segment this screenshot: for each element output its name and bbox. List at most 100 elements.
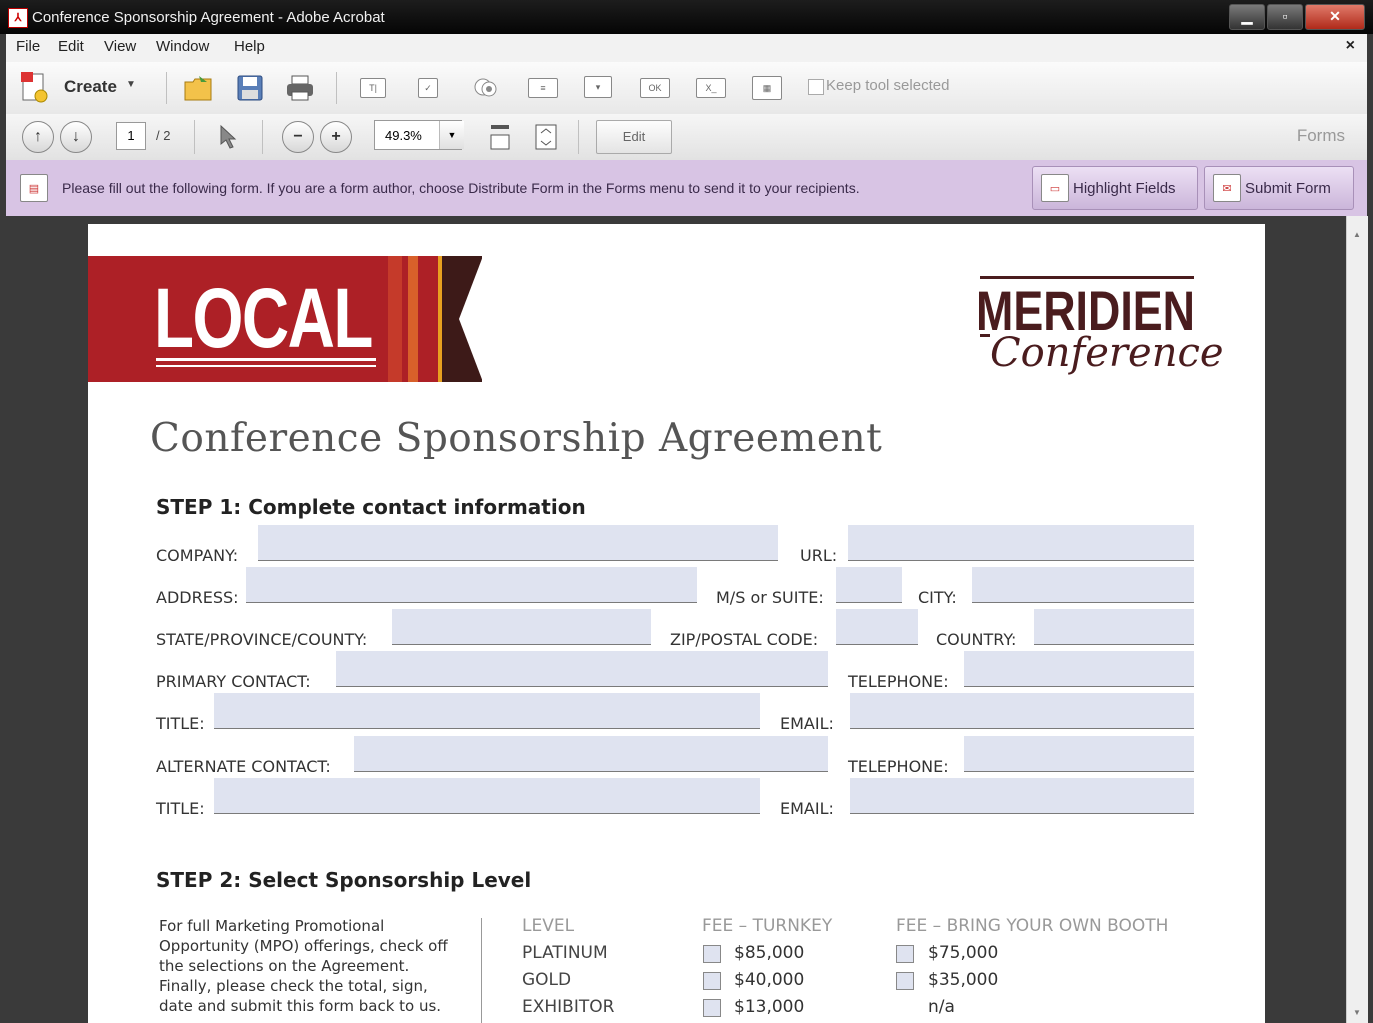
suite-label: M/S or SUITE:: [716, 588, 824, 607]
open-folder-icon[interactable]: [182, 72, 214, 104]
gold-byob-checkbox[interactable]: [896, 972, 914, 990]
create-button-label[interactable]: Create: [64, 77, 117, 97]
zoom-level-input[interactable]: 49.3% ▼: [374, 120, 464, 150]
scroll-down-icon[interactable]: ▼: [1353, 1008, 1361, 1017]
city-label: CITY:: [918, 588, 957, 607]
alternate-email-label: EMAIL:: [780, 799, 834, 818]
page-number-input[interactable]: 1: [116, 122, 146, 150]
digital-signature-tool-icon[interactable]: X_: [696, 78, 726, 98]
level-gold: GOLD: [522, 970, 572, 990]
select-cursor-icon[interactable]: [214, 122, 240, 152]
telephone-field[interactable]: [964, 651, 1194, 687]
chevron-down-icon[interactable]: ▼: [126, 79, 136, 90]
alternate-telephone-field[interactable]: [964, 736, 1194, 772]
checkbox-tool-icon[interactable]: ✓: [418, 78, 438, 98]
level-column-header: LEVEL: [522, 916, 575, 936]
platinum-turnkey-checkbox[interactable]: [703, 945, 721, 963]
menu-edit[interactable]: Edit: [58, 38, 84, 55]
platinum-byob-price: $75,000: [928, 943, 999, 963]
maximize-button[interactable]: ▫: [1267, 4, 1303, 30]
submit-form-icon: ✉: [1213, 174, 1241, 202]
company-field[interactable]: [258, 525, 778, 561]
column-divider: [481, 918, 482, 1023]
menu-view[interactable]: View: [104, 38, 136, 55]
zoom-out-icon[interactable]: −: [282, 121, 314, 153]
level-exhibitor: EXHIBITOR: [522, 997, 615, 1017]
menu-help[interactable]: Help: [234, 38, 265, 55]
gold-byob-price: $35,000: [928, 970, 999, 990]
fit-page-icon[interactable]: [532, 122, 560, 152]
primary-contact-field[interactable]: [336, 651, 828, 687]
create-icon[interactable]: [18, 70, 52, 104]
alternate-email-field[interactable]: [850, 778, 1194, 814]
logo-rule: [980, 334, 990, 337]
edit-button[interactable]: Edit: [596, 120, 672, 154]
print-icon[interactable]: [284, 72, 316, 104]
text-field-tool-icon[interactable]: T|: [360, 78, 386, 98]
alternate-title-field[interactable]: [214, 778, 760, 814]
keep-tool-label: Keep tool selected: [826, 77, 950, 94]
close-document-icon[interactable]: ×: [1346, 37, 1355, 55]
state-field[interactable]: [392, 609, 651, 645]
byob-column-header: FEE – BRING YOUR OWN BOOTH: [896, 916, 1169, 936]
alternate-contact-label: ALTERNATE CONTACT:: [156, 757, 331, 776]
scrolling-mode-icon[interactable]: [486, 122, 514, 152]
banner-stripe: [438, 256, 442, 382]
title-field[interactable]: [214, 693, 760, 729]
exhibitor-turnkey-price: $13,000: [734, 997, 805, 1017]
radio-button-tool-icon[interactable]: [472, 74, 500, 100]
close-window-button[interactable]: ✕: [1305, 4, 1365, 30]
dropdown-tool-icon[interactable]: ▾: [584, 76, 612, 98]
vertical-scrollbar[interactable]: ▲ ▼: [1346, 216, 1368, 1023]
button-tool-icon[interactable]: OK: [640, 78, 670, 98]
telephone-label: TELEPHONE:: [848, 672, 949, 691]
page-total: / 2: [156, 128, 171, 143]
platinum-byob-checkbox[interactable]: [896, 945, 914, 963]
zoom-dropdown-icon[interactable]: ▼: [439, 121, 464, 149]
keep-tool-checkbox[interactable]: [808, 79, 824, 95]
menu-bar: File Edit View Window Help ×: [6, 34, 1367, 63]
highlight-fields-button[interactable]: ▭ Highlight Fields: [1032, 166, 1198, 210]
exhibitor-turnkey-checkbox[interactable]: [703, 999, 721, 1017]
alternate-contact-field[interactable]: [354, 736, 828, 772]
step1-heading: STEP 1: Complete contact information: [156, 495, 586, 519]
title-bar: ⅄ Conference Sponsorship Agreement - Ado…: [0, 0, 1373, 34]
url-field[interactable]: [848, 525, 1194, 561]
banner-stripe: [408, 256, 418, 382]
zoom-in-icon[interactable]: +: [320, 121, 352, 153]
turnkey-column-header: FEE – TURNKEY: [702, 916, 833, 936]
gold-turnkey-checkbox[interactable]: [703, 972, 721, 990]
email-label: EMAIL:: [780, 714, 834, 733]
forms-message: Please fill out the following form. If y…: [62, 180, 860, 196]
alternate-telephone-label: TELEPHONE:: [848, 757, 949, 776]
barcode-tool-icon[interactable]: ▦: [752, 76, 782, 100]
separator: [336, 72, 337, 104]
address-field[interactable]: [246, 567, 697, 603]
country-field[interactable]: [1034, 609, 1194, 645]
sponsorship-instructions: For full Marketing Promotional Opportuni…: [159, 917, 448, 1015]
list-box-tool-icon[interactable]: ≡: [528, 78, 558, 98]
save-icon[interactable]: [234, 72, 266, 104]
scroll-up-icon[interactable]: ▲: [1353, 230, 1361, 239]
window-title: Conference Sponsorship Agreement - Adobe…: [32, 9, 385, 26]
city-field[interactable]: [972, 567, 1194, 603]
forms-pane-button[interactable]: Forms: [1297, 126, 1345, 146]
submit-form-button[interactable]: ✉ Submit Form: [1204, 166, 1354, 210]
separator: [194, 120, 195, 154]
separator: [262, 120, 263, 154]
platinum-turnkey-price: $85,000: [734, 943, 805, 963]
banner-logo-text: LOCAL: [154, 271, 373, 365]
zoom-value: 49.3%: [385, 128, 422, 143]
next-page-icon[interactable]: ↓: [60, 121, 92, 153]
pdf-page: LOCAL MERIDIEN Conference Conference Spo…: [88, 224, 1265, 1023]
minimize-button[interactable]: ▁: [1229, 4, 1265, 30]
suite-field[interactable]: [836, 567, 902, 603]
previous-page-icon[interactable]: ↑: [22, 121, 54, 153]
menu-window[interactable]: Window: [156, 38, 209, 55]
forms-message-bar: ▤ Please fill out the following form. If…: [6, 160, 1367, 217]
email-field[interactable]: [850, 693, 1194, 729]
menu-file[interactable]: File: [16, 38, 40, 55]
forms-toolbar: Create ▼ T| ✓ ≡ ▾ OK X_ ▦ Keep tool sele…: [6, 62, 1367, 115]
exhibitor-byob-price: n/a: [928, 997, 955, 1017]
zip-field[interactable]: [836, 609, 918, 645]
